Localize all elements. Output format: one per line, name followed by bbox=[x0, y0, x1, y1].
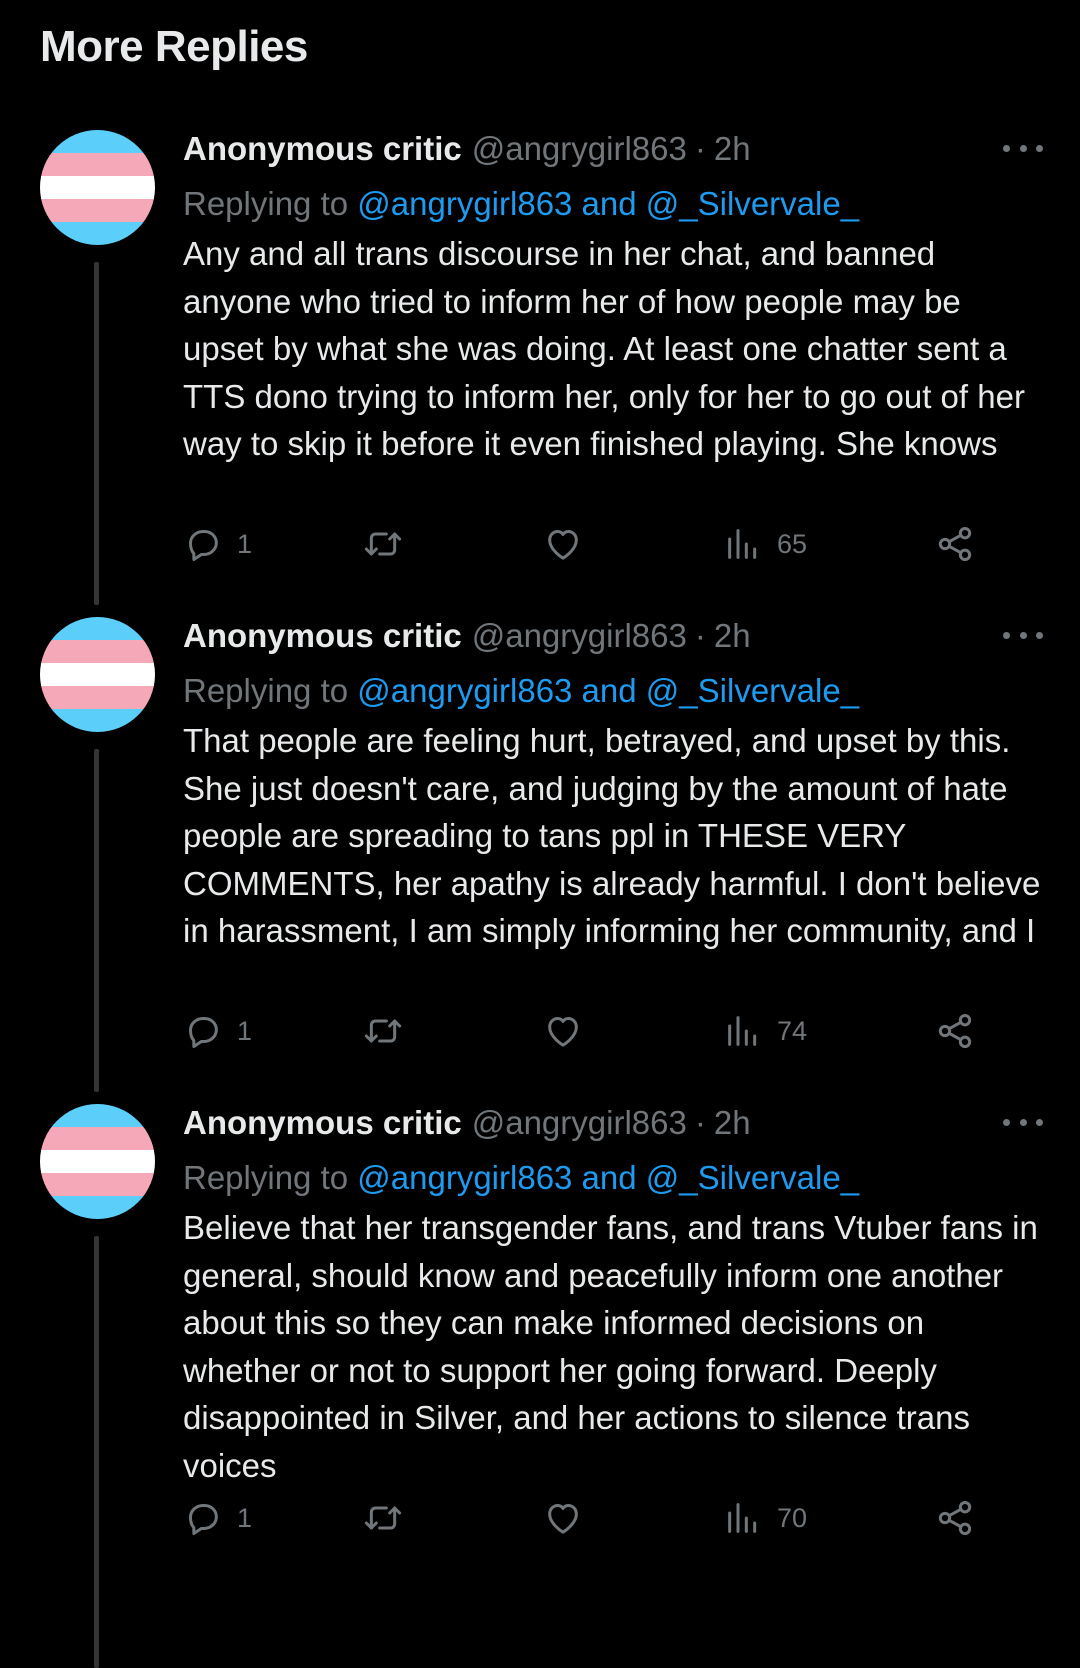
share-icon bbox=[938, 527, 972, 561]
replying-to-mentions[interactable]: @angrygirl863 and @_Silvervale_ bbox=[357, 1159, 859, 1196]
avatar-stripe bbox=[40, 686, 155, 709]
separator: · bbox=[694, 130, 706, 167]
tweet-header: Anonymous critic @angrygirl863 · 2h bbox=[183, 617, 1043, 665]
replying-to-mentions[interactable]: @angrygirl863 and @_Silvervale_ bbox=[357, 672, 859, 709]
more-options-icon[interactable] bbox=[1003, 1110, 1043, 1134]
replying-to-prefix: Replying to bbox=[183, 1159, 349, 1196]
reply-count: 1 bbox=[237, 528, 253, 559]
share-button[interactable] bbox=[935, 1006, 975, 1056]
tweet-header: Anonymous critic @angrygirl863 · 2h bbox=[183, 1104, 1043, 1152]
avatar-stripe bbox=[40, 663, 155, 686]
avatar-stripe bbox=[40, 130, 155, 153]
avatar-stripe bbox=[40, 1127, 155, 1150]
timestamp[interactable]: 2h bbox=[714, 617, 751, 655]
views-count: 70 bbox=[777, 1502, 808, 1533]
separator: · bbox=[694, 1104, 706, 1141]
avatar-stripe bbox=[40, 1173, 155, 1196]
repost-icon bbox=[364, 1506, 402, 1530]
reply-icon bbox=[189, 530, 218, 561]
author-name[interactable]: Anonymous critic bbox=[183, 617, 462, 655]
repost-icon bbox=[364, 1019, 402, 1043]
replying-to: Replying to @angrygirl863 and @_Silverva… bbox=[183, 1152, 1043, 1204]
like-button[interactable] bbox=[543, 1493, 583, 1543]
tweet-header: Anonymous critic @angrygirl863 · 2h bbox=[183, 130, 1043, 178]
avatar-stripe bbox=[40, 1196, 155, 1219]
author-name[interactable]: Anonymous critic bbox=[183, 1104, 462, 1142]
replying-to: Replying to @angrygirl863 and @_Silverva… bbox=[183, 665, 1043, 717]
repost-button[interactable] bbox=[363, 1493, 403, 1543]
avatar-stripe bbox=[40, 199, 155, 222]
share-button[interactable] bbox=[935, 519, 975, 569]
like-button[interactable] bbox=[543, 519, 583, 569]
avatar[interactable] bbox=[40, 1104, 155, 1219]
replying-to: Replying to @angrygirl863 and @_Silverva… bbox=[183, 178, 1043, 230]
share-icon bbox=[938, 1501, 972, 1535]
thread-line bbox=[94, 1236, 99, 1668]
tweet-text: Believe that her transgender fans, and t… bbox=[183, 1209, 1038, 1484]
replying-to-prefix: Replying to bbox=[183, 672, 349, 709]
more-options-icon[interactable] bbox=[1003, 623, 1043, 647]
tweet-text: Any and all trans discourse in her chat,… bbox=[183, 235, 1025, 462]
tweet-body: Anonymous critic @angrygirl863 · 2h Repl… bbox=[183, 130, 1043, 468]
views-icon bbox=[728, 529, 757, 559]
share-button[interactable] bbox=[935, 1493, 975, 1543]
views-count: 74 bbox=[777, 1015, 808, 1046]
avatar-stripe bbox=[40, 617, 155, 640]
views-icon bbox=[728, 1503, 757, 1533]
avatar[interactable] bbox=[40, 130, 155, 245]
avatar-stripe bbox=[40, 176, 155, 199]
timestamp[interactable]: 2h bbox=[714, 130, 751, 168]
replying-to-mentions[interactable]: @angrygirl863 and @_Silvervale_ bbox=[357, 185, 859, 222]
reply-count: 1 bbox=[237, 1015, 253, 1046]
avatar-stripe bbox=[40, 153, 155, 176]
reply-button[interactable]: 1 bbox=[183, 519, 252, 569]
author-handle[interactable]: @angrygirl863 bbox=[472, 130, 687, 168]
more-options-icon[interactable] bbox=[1003, 136, 1043, 160]
views-count: 65 bbox=[777, 528, 808, 559]
share-icon bbox=[938, 1014, 972, 1048]
avatar[interactable] bbox=[40, 617, 155, 732]
author-handle[interactable]: @angrygirl863 bbox=[472, 1104, 687, 1142]
reply-icon bbox=[189, 1504, 218, 1535]
repost-button[interactable] bbox=[363, 519, 403, 569]
repost-icon bbox=[364, 532, 402, 556]
separator: · bbox=[694, 617, 706, 654]
reply-icon bbox=[189, 1017, 218, 1048]
tweet-actions: 1 74 bbox=[183, 1006, 1043, 1056]
heart-icon bbox=[548, 530, 578, 560]
views-button[interactable]: 70 bbox=[723, 1493, 807, 1543]
author-handle[interactable]: @angrygirl863 bbox=[472, 617, 687, 655]
tweet-text: That people are feeling hurt, betrayed, … bbox=[183, 722, 1041, 949]
author-name[interactable]: Anonymous critic bbox=[183, 130, 462, 168]
avatar-stripe bbox=[40, 222, 155, 245]
section-title: More Replies bbox=[40, 22, 308, 71]
views-icon bbox=[728, 1016, 757, 1046]
tweet-actions: 1 70 bbox=[183, 1493, 1043, 1543]
thread-line bbox=[94, 749, 99, 1092]
avatar-stripe bbox=[40, 1104, 155, 1127]
reply-button[interactable]: 1 bbox=[183, 1006, 252, 1056]
avatar-stripe bbox=[40, 640, 155, 663]
timestamp[interactable]: 2h bbox=[714, 1104, 751, 1142]
reply-count: 1 bbox=[237, 1502, 253, 1533]
repost-button[interactable] bbox=[363, 1006, 403, 1056]
views-button[interactable]: 65 bbox=[723, 519, 807, 569]
like-button[interactable] bbox=[543, 1006, 583, 1056]
avatar-stripe bbox=[40, 709, 155, 732]
tweet-actions: 1 65 bbox=[183, 519, 1043, 569]
heart-icon bbox=[548, 1504, 578, 1534]
thread-line bbox=[94, 262, 99, 605]
avatar-stripe bbox=[40, 1150, 155, 1173]
tweet-body: Anonymous critic @angrygirl863 · 2h Repl… bbox=[183, 617, 1043, 955]
heart-icon bbox=[548, 1017, 578, 1047]
reply-button[interactable]: 1 bbox=[183, 1493, 252, 1543]
views-button[interactable]: 74 bbox=[723, 1006, 807, 1056]
replying-to-prefix: Replying to bbox=[183, 185, 349, 222]
tweet-body: Anonymous critic @angrygirl863 · 2h Repl… bbox=[183, 1104, 1043, 1489]
